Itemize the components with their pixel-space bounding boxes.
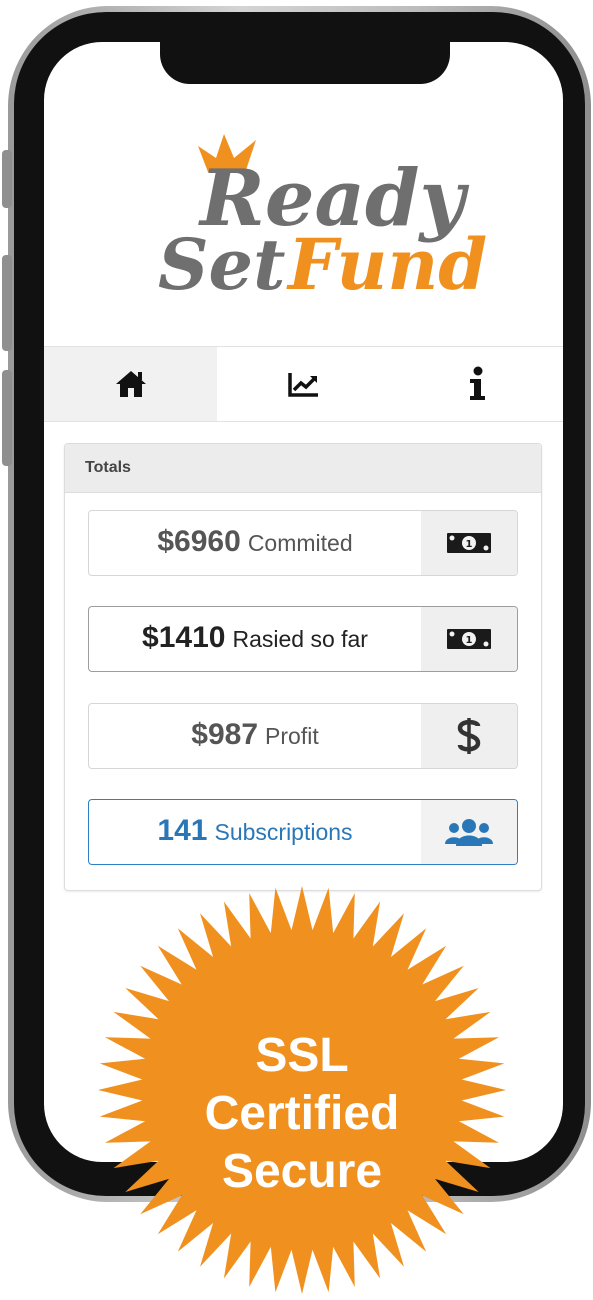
svg-text:1: 1: [466, 539, 473, 550]
ssl-badge-line1: SSL: [255, 1029, 349, 1082]
phone-volume-down: [2, 370, 12, 466]
stat-value: $6960: [157, 525, 241, 558]
brand-logo: Ready Set Fund: [150, 120, 487, 320]
info-icon: [469, 366, 485, 400]
stat-value: $987: [191, 718, 259, 751]
chart-line-icon: [287, 373, 318, 397]
logo-word-fund: Fund: [288, 223, 488, 306]
users-icon: [445, 819, 493, 846]
totals-panel: Totals $6960 Commited 1 $1410 Rasied so …: [64, 443, 542, 891]
tab-info[interactable]: [390, 347, 563, 421]
svg-text:1: 1: [466, 635, 473, 646]
phone-volume-up: [2, 255, 12, 351]
stat-value: 141: [157, 814, 208, 847]
money-bill-icon: 1: [447, 629, 491, 649]
phone-side-button: [2, 150, 12, 208]
totals-panel-title: Totals: [65, 444, 541, 493]
ssl-badge-line3: Secure: [221, 1145, 383, 1198]
stat-label: Subscriptions: [214, 819, 353, 845]
stat-label: Rasied so far: [232, 626, 368, 652]
logo-word-set: Set: [158, 223, 286, 306]
stat-raised: $1410 Rasied so far 1: [88, 606, 518, 672]
ssl-badge: SSL Certified Secure: [92, 884, 512, 1296]
tab-chart[interactable]: [217, 347, 390, 421]
phone-notch: [160, 42, 450, 84]
stat-value: $1410: [142, 621, 226, 654]
ssl-badge-line2: Certified: [204, 1087, 400, 1140]
stat-profit: $987 Profit: [88, 703, 518, 769]
home-icon: [115, 371, 146, 397]
stat-subscriptions: 141 Subscriptions: [88, 799, 518, 865]
tab-home[interactable]: [44, 347, 217, 421]
stat-label: Profit: [265, 723, 319, 749]
money-bill-icon: 1: [447, 533, 491, 553]
stat-label: Commited: [247, 530, 353, 556]
tab-bar: [44, 346, 563, 422]
dollar-icon: [457, 718, 481, 754]
stat-commited: $6960 Commited 1: [88, 510, 518, 576]
